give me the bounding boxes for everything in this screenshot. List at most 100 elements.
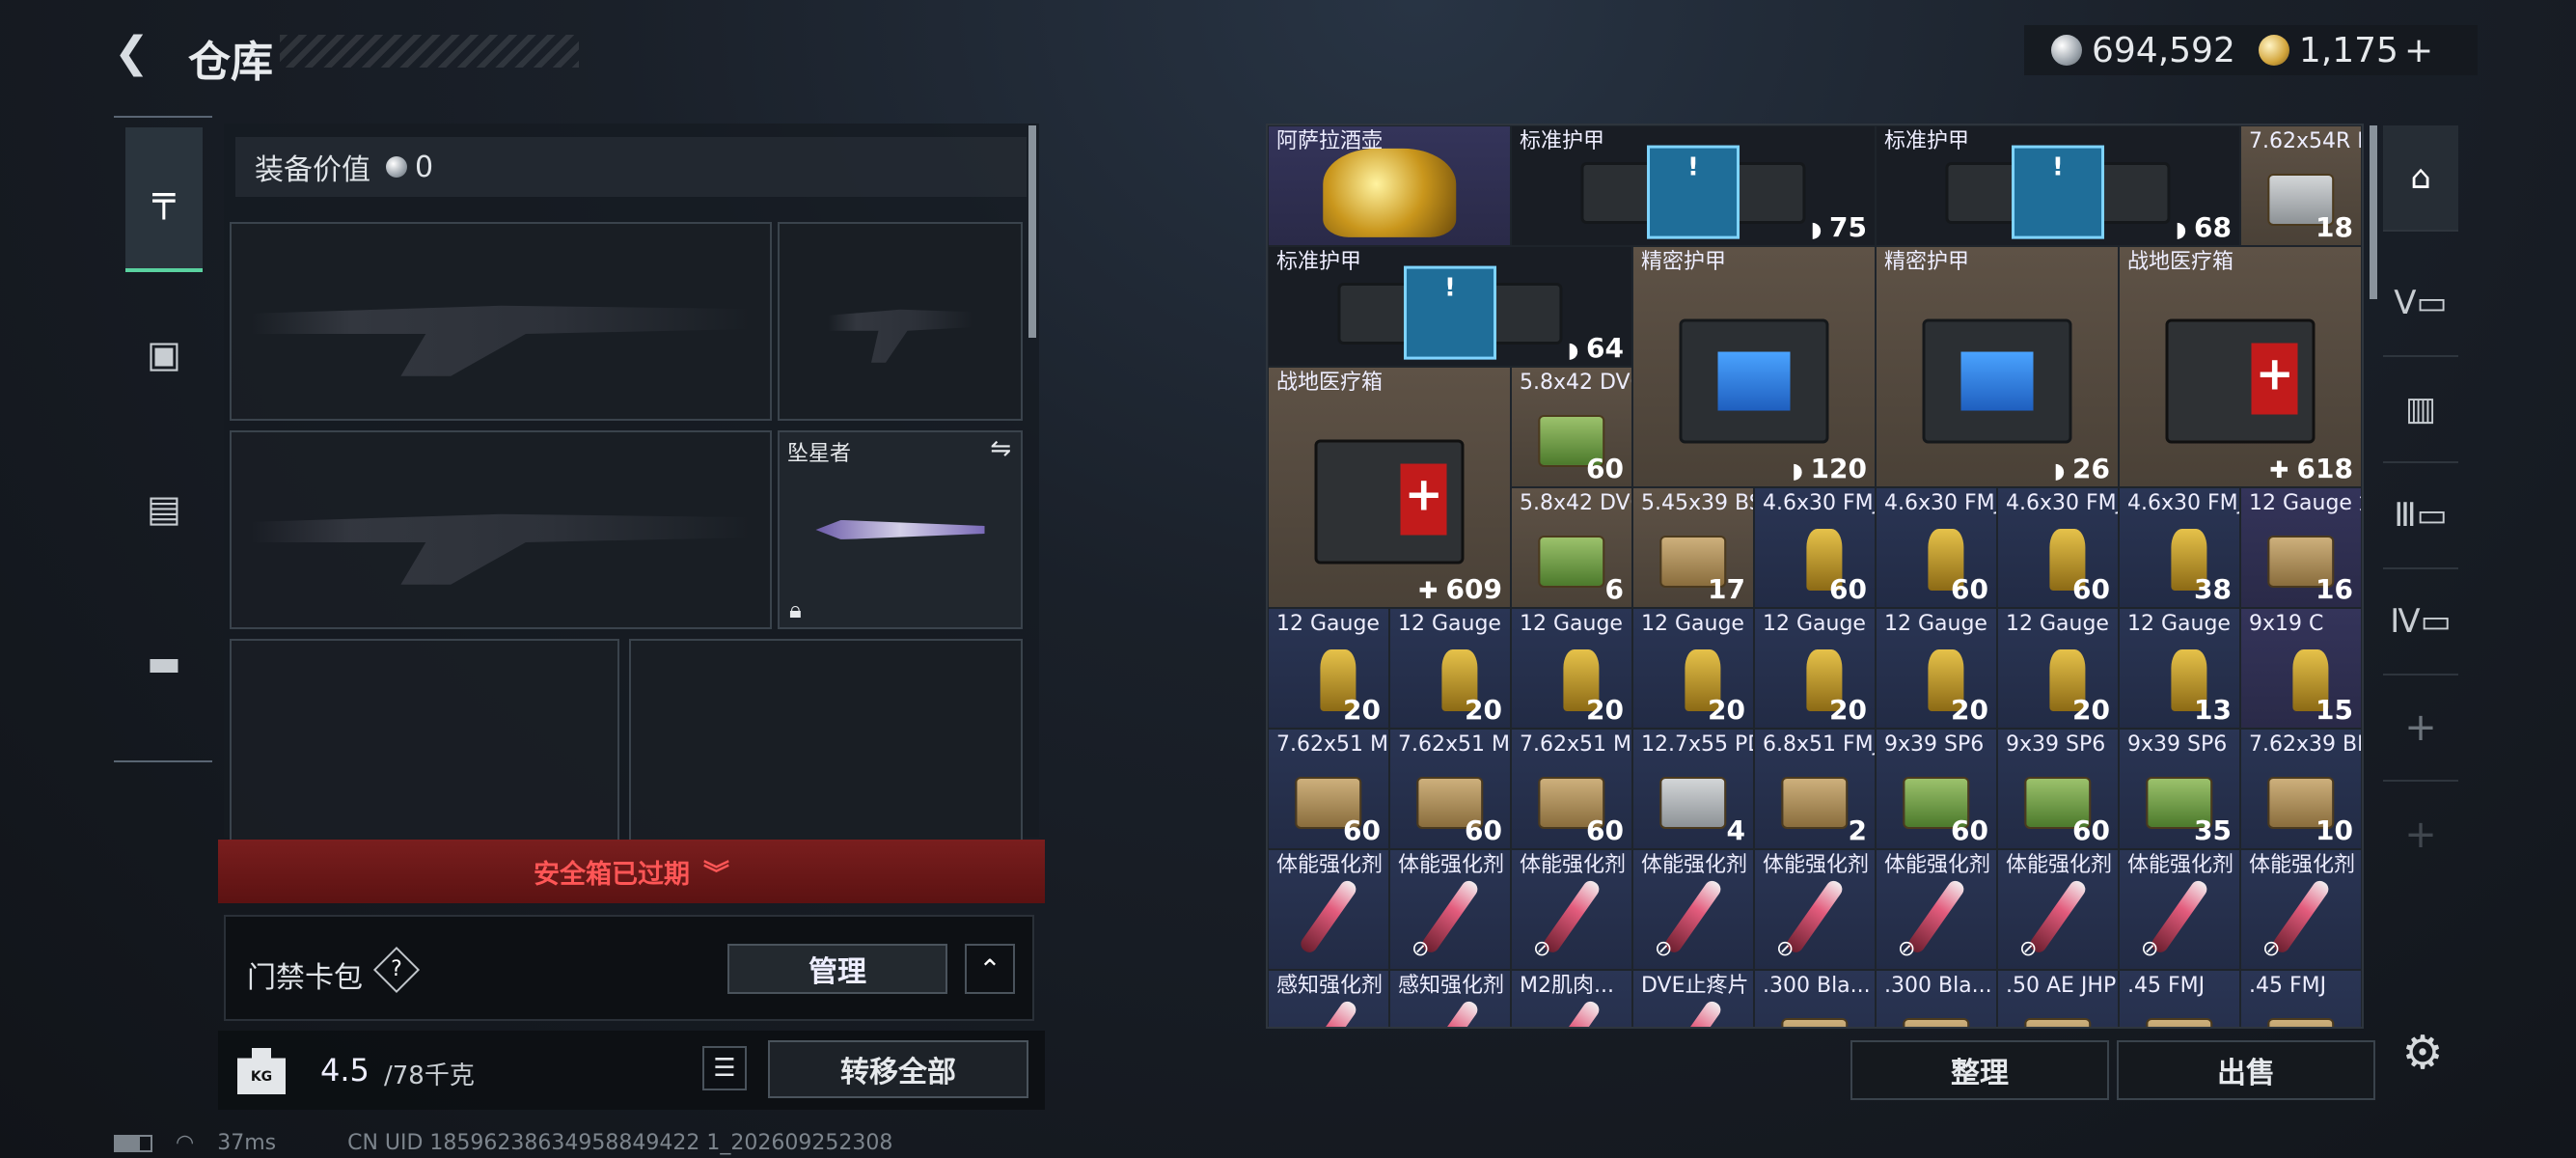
inventory-item[interactable]: 7.62x51 M80 60 [1389, 729, 1511, 849]
sell-button[interactable]: 出售 [2117, 1040, 2375, 1100]
inventory-item[interactable]: 4.6x30 FMJ SX 60 [1997, 487, 2119, 608]
tab-warehouse-main[interactable]: ⌂ [2383, 125, 2458, 232]
helmet-slot[interactable] [230, 639, 619, 841]
inventory-item[interactable]: 6.8x51 FMJ 2 [1754, 729, 1876, 849]
inventory-item[interactable]: 战地医疗箱 609 [1268, 367, 1511, 608]
item-name: 12 Gauge DART [1398, 612, 1510, 636]
inventory-item[interactable]: 4.6x30 FMJ SX 38 [2119, 487, 2240, 608]
inventory-item[interactable]: 5.8x42 DVC12 60 [1511, 367, 1632, 487]
chevron-down-icon: ︾ [703, 859, 729, 890]
tab-warehouse-4[interactable]: Ⅳ▭ [2383, 569, 2458, 676]
back-icon[interactable]: ❮ [114, 29, 158, 77]
tab-armor[interactable]: ▤ [125, 436, 203, 581]
pistol-slot[interactable] [778, 222, 1023, 421]
tab-gear[interactable]: ▣ [125, 282, 203, 427]
inventory-item[interactable]: .300 Bla... V-Max [1876, 970, 1997, 1027]
lock-icon: 🔒︎ [789, 596, 802, 623]
inventory-item[interactable]: 体能强化剂 ⊘ [1511, 849, 1632, 970]
item-image [1903, 1018, 1970, 1027]
chevron-up-icon[interactable]: ⌃ [965, 944, 1015, 994]
inventory-item[interactable]: 9x39 SP6 60 [1876, 729, 1997, 849]
add-tab-button-2[interactable]: + [2383, 782, 2458, 888]
inventory-item[interactable]: 4.6x30 FMJ SX 60 [1754, 487, 1876, 608]
inventory-item[interactable]: 12 Gauge DART 20 [1754, 608, 1876, 729]
inventory-item[interactable]: 感知强化剂 [1268, 970, 1389, 1027]
tab-warehouse-5[interactable]: V▭ [2383, 251, 2458, 357]
inventory-item[interactable]: 体能强化剂 ⊘ [2119, 849, 2240, 970]
inventory-item[interactable]: M2肌肉... [1511, 970, 1632, 1027]
inventory-item[interactable]: 体能强化剂 ⊘ [1754, 849, 1876, 970]
inventory-item[interactable]: 7.62x54R BT 18 [2240, 125, 2362, 246]
inventory-item[interactable]: 标准护甲 64 [1268, 246, 1632, 367]
inventory-item[interactable]: 5.45x39 BS 17 [1632, 487, 1754, 608]
inventory-item[interactable]: DVE止疼片 [1632, 970, 1754, 1027]
inventory-item[interactable]: 体能强化剂 [1268, 849, 1389, 970]
manage-button[interactable]: 管理 [727, 944, 947, 994]
inventory-item[interactable]: 12 Gauge DART 20 [1268, 608, 1389, 729]
sort-button[interactable]: 整理 [1850, 1040, 2109, 1100]
armor-slot[interactable] [629, 639, 1023, 841]
item-count: 4 [1726, 814, 1745, 846]
inventory-item[interactable]: 体能强化剂 ⊘ [1632, 849, 1754, 970]
item-count: 20 [2072, 694, 2110, 726]
inventory-item[interactable]: 标准护甲 75 [1511, 125, 1876, 246]
inventory-item[interactable]: 4.6x30 FMJ SX 60 [1876, 487, 1997, 608]
item-count: 20 [1465, 694, 1502, 726]
inventory-item[interactable]: 精密护甲 26 [1876, 246, 2119, 487]
inventory-item[interactable]: 12 Gauge DART 20 [1997, 608, 2119, 729]
inventory-item[interactable]: 体能强化剂 ⊘ [2240, 849, 2362, 970]
gold-amount: 1,175 [2298, 30, 2398, 70]
inventory-item[interactable]: 战地医疗箱 618 [2119, 246, 2362, 487]
add-gold-button[interactable]: + [2404, 31, 2433, 70]
inventory-item[interactable]: 标准护甲 68 [1876, 125, 2240, 246]
inventory-item[interactable]: 12 Gauge DART 20 [1876, 608, 1997, 729]
inventory-item[interactable]: 12 Gauge DART 20 [1632, 608, 1754, 729]
inventory-item[interactable]: 12 Gauge DART 20 [1389, 608, 1511, 729]
item-count: 60 [1586, 453, 1624, 484]
inventory-item[interactable]: 精密护甲 120 [1632, 246, 1876, 487]
inventory-item[interactable]: 12 Gauge DART 13 [2119, 608, 2240, 729]
safe-box-expired-banner[interactable]: 安全箱已过期 ︾ [218, 840, 1045, 903]
inventory-item[interactable]: 感知强化剂 [1389, 970, 1511, 1027]
armor-durability: 75 [1811, 211, 1867, 243]
list-icon[interactable]: ☰ [702, 1046, 747, 1090]
inventory-item[interactable]: 7.62x39 BP 10 [2240, 729, 2362, 849]
secondary-weapon-slot[interactable] [230, 430, 772, 629]
tab-case[interactable]: ▬ [125, 591, 203, 735]
tab-warehouse-folder[interactable]: ▥ [2383, 357, 2458, 463]
inventory-item[interactable]: 7.62x51 M80 60 [1511, 729, 1632, 849]
inventory-item[interactable]: 12 Gauge DART 20 [1511, 608, 1632, 729]
inventory-item[interactable]: .45 FMJ [2240, 970, 2362, 1027]
transfer-all-button[interactable]: 转移全部 [768, 1040, 1028, 1098]
melee-slot[interactable]: 坠星者 ⇋ 🔒︎ [778, 430, 1023, 629]
warehouse-scrollbar[interactable] [2370, 125, 2377, 299]
inventory-item[interactable]: 体能强化剂 ⊘ [1997, 849, 2119, 970]
help-icon[interactable]: ? [372, 946, 421, 994]
inventory-item[interactable]: 12.7x55 PD12双头 4 [1632, 729, 1754, 849]
item-name: 体能强化剂 [1276, 853, 1384, 877]
inventory-item[interactable]: 5.8x42 DVC12 6 [1511, 487, 1632, 608]
inventory-item[interactable]: 9x19 C 15 [2240, 608, 2362, 729]
equipment-scrollbar[interactable] [1028, 125, 1036, 338]
swap-icon[interactable]: ⇋ [990, 434, 1011, 463]
inventory-item[interactable]: 体能强化剂 ⊘ [1876, 849, 1997, 970]
add-tab-button[interactable]: + [2383, 676, 2458, 782]
item-image [2267, 1018, 2335, 1027]
inventory-item[interactable]: 阿萨拉酒壶 [1268, 125, 1511, 246]
inventory-item[interactable]: .300 Bla... V-Max [1754, 970, 1876, 1027]
inventory-item[interactable]: 9x39 SP6 60 [1997, 729, 2119, 849]
inventory-item[interactable]: .45 FMJ [2119, 970, 2240, 1027]
inventory-item[interactable]: 7.62x51 M80 60 [1268, 729, 1389, 849]
item-count: 18 [2316, 211, 2353, 243]
melee-name: 坠星者 [787, 442, 852, 466]
item-name: 4.6x30 FMJ SX [2127, 491, 2239, 515]
inventory-item[interactable]: 9x39 SP6 35 [2119, 729, 2240, 849]
inventory-item[interactable]: 体能强化剂 ⊘ [1389, 849, 1511, 970]
primary-weapon-slot[interactable] [230, 222, 772, 421]
item-count: 17 [1708, 573, 1745, 605]
inventory-item[interactable]: .50 AE JHP [1997, 970, 2119, 1027]
tab-warehouse-3[interactable]: Ⅲ▭ [2383, 463, 2458, 569]
inventory-item[interactable]: 12 Gauge 龙息弹 16 [2240, 487, 2362, 608]
tab-weapons[interactable]: ╤ [125, 127, 203, 272]
gear-icon[interactable]: ⚙ [2393, 1023, 2453, 1083]
